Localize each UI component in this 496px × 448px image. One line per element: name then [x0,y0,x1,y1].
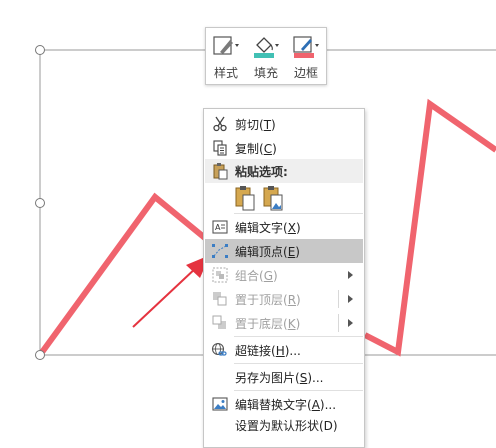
set-default-label: 设置为默认形状(D) [235,419,338,433]
save-as-picture-key: S [299,370,308,385]
mini-toolbar: 样式 填充 边框 [205,27,327,85]
shape-style-icon [211,34,241,60]
freeform-line-shape-tail[interactable] [363,98,496,357]
menu-item-group[interactable]: 组合(G) [205,263,363,287]
split-divider [338,314,339,332]
outline-label: 边框 [293,66,318,80]
copy-key: C [263,141,273,156]
bring-to-front-icon [205,287,235,311]
paste-keep-format-icon[interactable] [234,185,256,211]
fill-button[interactable]: 填充 [247,34,285,81]
paste-options-header: 粘贴选项: [205,159,363,183]
edit-alt-text-key: A [311,397,320,412]
resize-handle-middle-left[interactable] [35,198,45,208]
menu-item-edit-points[interactable]: 编辑顶点(E) [205,239,363,263]
submenu-arrow-icon [348,271,353,279]
save-as-picture-ellipsis: ... [312,370,324,385]
outline-button[interactable]: 边框 [287,34,325,81]
resize-handle-bottom-left[interactable] [35,350,45,360]
edit-text-label: 编辑文字 [235,220,284,235]
fill-bucket-icon [251,34,281,60]
submenu-arrow-icon[interactable] [348,295,353,303]
resize-handle-top-left[interactable] [35,45,45,55]
send-to-back-key: K [287,316,296,331]
menu-separator [234,336,363,337]
style-button[interactable]: 样式 [207,34,245,81]
freeform-line-shape[interactable] [37,192,214,357]
cut-key: T [263,117,272,132]
menu-item-copy[interactable]: 复制(C) [205,136,363,160]
scissors-icon [205,112,235,136]
copy-label: 复制 [235,141,260,156]
hyperlink-key: H [275,343,285,358]
send-to-back-icon [205,311,235,335]
menu-item-edit-alt-text[interactable]: 编辑替换文字(A)... [205,392,363,416]
hyperlink-label: 超链接 [235,343,272,358]
hyperlink-ellipsis: ... [289,343,301,358]
menu-item-set-as-default-shape[interactable]: 设置为默认形状(D) [205,416,363,434]
edit-text-icon: A [205,215,235,239]
menu-item-cut[interactable]: 剪切(T) [205,112,363,136]
bring-to-front-key: R [287,292,297,307]
menu-item-save-as-picture[interactable]: 另存为图片(S)... [205,365,363,389]
clipboard-icon [205,159,235,183]
edit-points-label: 编辑顶点 [235,244,284,259]
svg-text:A: A [215,223,221,232]
outline-pen-icon [291,34,321,60]
group-icon [205,263,235,287]
menu-separator [234,363,363,364]
edit-text-key: X [287,220,296,235]
split-divider [338,290,339,308]
style-label: 样式 [213,66,238,80]
paste-options-row [234,185,294,211]
alt-text-icon [205,392,235,416]
copy-icon [205,136,235,160]
menu-item-hyperlink[interactable]: 超链接(H)... [205,338,363,362]
context-menu: 剪切(T) 复制(C) 粘贴选项: A 编辑文字(X) 编辑顶点(E) 组合(G… [203,108,365,448]
menu-item-send-to-back[interactable]: 置于底层(K) [205,311,363,335]
group-key: G [263,268,274,283]
fill-label: 填充 [253,66,278,80]
menu-item-bring-to-front[interactable]: 置于顶层(R) [205,287,363,311]
edit-alt-text-label: 编辑替换文字 [235,397,308,412]
annotation-arrow-shaft [132,265,199,328]
paste-as-picture-icon[interactable] [262,185,284,211]
send-to-back-label: 置于底层 [235,316,284,331]
paste-options-label: 粘贴选项: [235,164,288,179]
cut-label: 剪切 [235,117,260,132]
menu-separator [234,213,363,214]
edit-alt-text-ellipsis: ... [324,397,337,412]
bring-to-front-label: 置于顶层 [235,292,284,307]
save-as-picture-label: 另存为图片 [235,370,296,385]
group-label: 组合 [235,268,260,283]
menu-item-edit-text[interactable]: A 编辑文字(X) [205,215,363,239]
submenu-arrow-icon[interactable] [348,319,353,327]
edit-points-key: E [287,244,296,259]
menu-separator [234,390,363,391]
edit-points-icon [205,239,235,263]
hyperlink-icon [205,338,235,362]
